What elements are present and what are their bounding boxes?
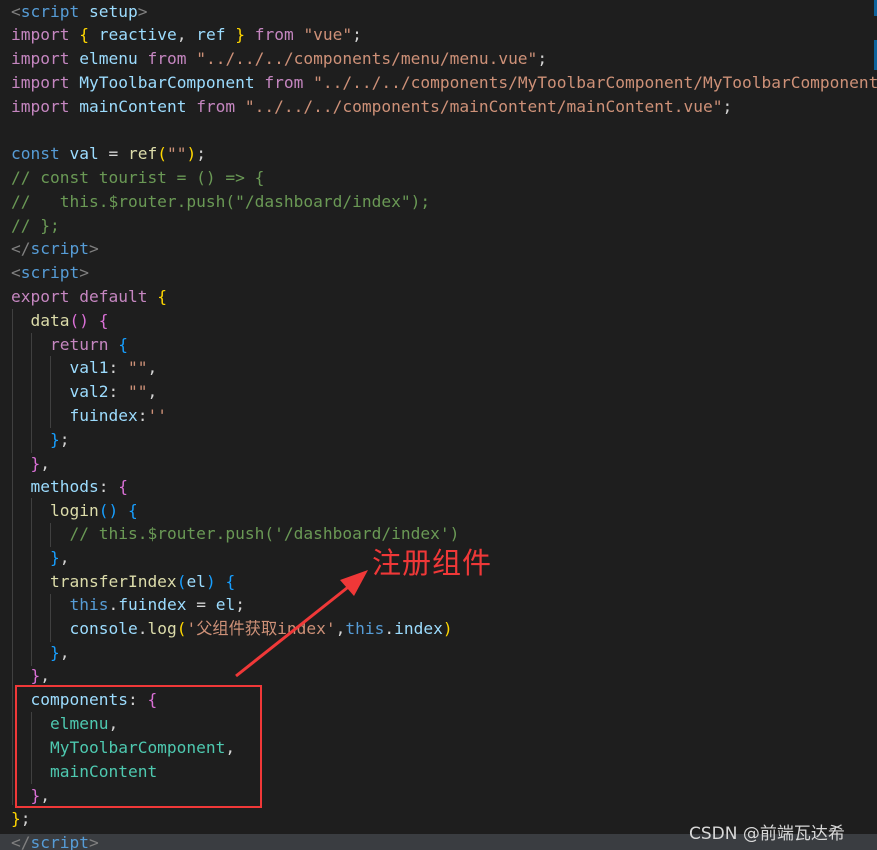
arrow-shaft: [235, 582, 353, 678]
code-editor[interactable]: <script setup> import { reactive, ref } …: [0, 0, 877, 850]
watermark: CSDN @前端瓦达希: [689, 824, 845, 844]
annotation-label: 注册组件: [372, 546, 493, 580]
annotation-arrow: [235, 570, 368, 678]
